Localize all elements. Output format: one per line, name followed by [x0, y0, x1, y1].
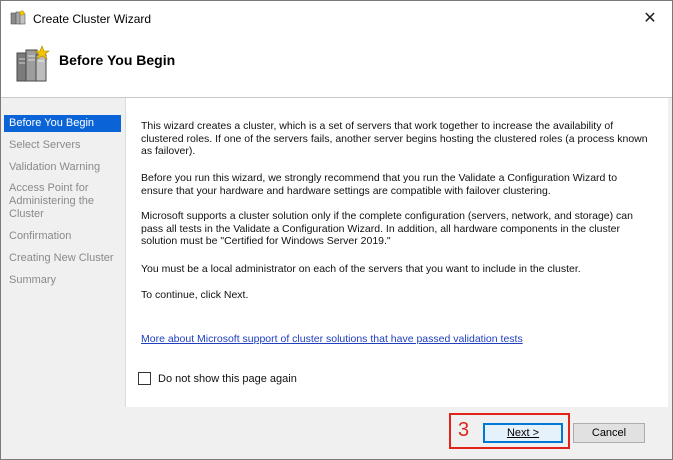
wizard-window: Create Cluster Wizard ✕ Before You Begin… — [0, 0, 673, 460]
page-title: Before You Begin — [59, 52, 176, 68]
support-info-link[interactable]: More about Microsoft support of cluster … — [141, 333, 523, 345]
cancel-button[interactable]: Cancel — [573, 423, 645, 443]
window-title: Create Cluster Wizard — [33, 12, 152, 26]
continue-paragraph: To continue, click Next. — [141, 289, 249, 301]
nav-step-summary[interactable]: Summary — [4, 274, 121, 287]
cluster-servers-icon — [14, 45, 50, 85]
nav-step-creating-new-cluster[interactable]: Creating New Cluster — [4, 252, 121, 265]
validate-paragraph: Before you run this wizard, we strongly … — [141, 172, 618, 197]
page-header: Before You Begin — [1, 35, 672, 98]
wizard-steps-nav: Before You Begin Select Servers Validati… — [1, 98, 123, 459]
nav-step-validation-warning[interactable]: Validation Warning — [4, 161, 121, 174]
nav-step-access-point[interactable]: Access Point for Administering the Clust… — [4, 182, 121, 221]
next-button-label: Next > — [506, 427, 540, 439]
content-panel: This wizard creates a cluster, which is … — [125, 98, 668, 407]
cluster-app-icon — [10, 10, 26, 26]
admin-paragraph: You must be a local administrator on eac… — [141, 263, 581, 275]
nav-step-confirmation[interactable]: Confirmation — [4, 230, 121, 243]
close-button[interactable]: ✕ — [628, 1, 672, 35]
dont-show-again-checkbox[interactable] — [138, 372, 151, 385]
support-paragraph: Microsoft supports a cluster solution on… — [141, 210, 633, 247]
dont-show-again-label[interactable]: Do not show this page again — [158, 373, 297, 385]
nav-step-select-servers[interactable]: Select Servers — [4, 139, 121, 152]
close-icon: ✕ — [643, 10, 657, 27]
nav-step-before-you-begin[interactable]: Before You Begin — [4, 115, 121, 132]
next-button[interactable]: Next > — [483, 423, 563, 443]
title-bar: Create Cluster Wizard ✕ — [1, 1, 672, 35]
dont-show-again-option[interactable]: Do not show this page again — [138, 372, 297, 385]
intro-paragraph: This wizard creates a cluster, which is … — [141, 120, 648, 157]
annotation-step-number: 3 — [458, 419, 470, 441]
